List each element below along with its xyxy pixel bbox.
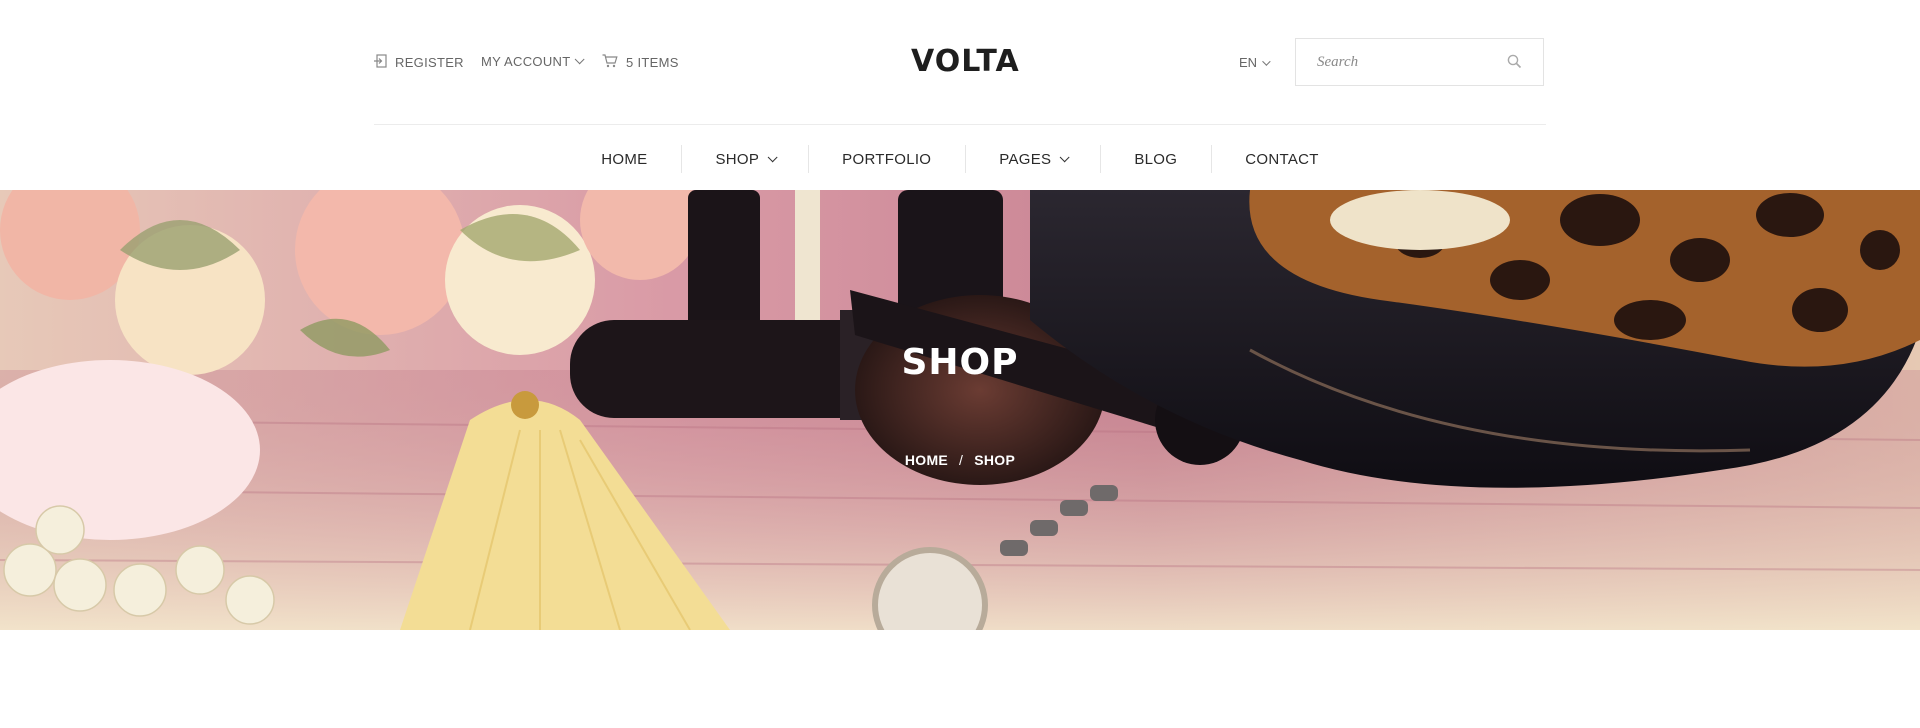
nav-label: CONTACT xyxy=(1245,150,1319,168)
page-hero-banner: SHOP HOME / SHOP xyxy=(0,190,1920,630)
breadcrumb-current: SHOP xyxy=(974,452,1016,468)
nav-item-blog[interactable]: BLOG xyxy=(1100,143,1211,175)
register-link[interactable]: REGISTER xyxy=(374,54,464,71)
chevron-down-icon xyxy=(767,151,778,162)
cart-label: 5 ITEMS xyxy=(626,55,679,70)
nav-item-shop[interactable]: SHOP xyxy=(681,143,808,175)
top-header: REGISTER MY ACCOUNT 5 ITEMS VOLTA EN xyxy=(374,0,1546,125)
breadcrumb: HOME / SHOP xyxy=(0,452,1920,468)
nav-item-contact[interactable]: CONTACT xyxy=(1211,143,1352,175)
search-box xyxy=(1295,38,1544,86)
search-input[interactable] xyxy=(1315,52,1509,72)
search-icon[interactable] xyxy=(1507,54,1522,74)
language-label: EN xyxy=(1239,55,1258,70)
register-label: REGISTER xyxy=(395,55,464,70)
nav-item-pages[interactable]: PAGES xyxy=(965,143,1100,175)
nav-label: BLOG xyxy=(1134,150,1178,168)
nav-label: PAGES xyxy=(999,150,1052,168)
cart-link[interactable]: 5 ITEMS xyxy=(602,54,679,71)
breadcrumb-separator: / xyxy=(959,452,964,468)
breadcrumb-home-link[interactable]: HOME xyxy=(905,452,948,468)
my-account-dropdown[interactable]: MY ACCOUNT xyxy=(481,54,586,69)
nav-item-home[interactable]: HOME xyxy=(567,143,681,175)
hero-background-image xyxy=(0,190,1920,630)
nav-label: PORTFOLIO xyxy=(842,150,932,168)
nav-item-portfolio[interactable]: PORTFOLIO xyxy=(808,143,965,175)
main-nav: HOME SHOP PORTFOLIO PAGES BLOG CONTACT xyxy=(0,143,1920,175)
header-divider xyxy=(374,124,1546,125)
chevron-down-icon xyxy=(1060,151,1070,162)
language-selector[interactable]: EN xyxy=(1239,55,1271,70)
cart-icon xyxy=(602,54,618,71)
my-account-label: MY ACCOUNT xyxy=(481,54,571,69)
site-logo[interactable]: VOLTA xyxy=(911,44,1020,79)
login-icon xyxy=(374,54,387,71)
chevron-down-icon xyxy=(575,54,586,65)
nav-label: HOME xyxy=(601,150,648,168)
chevron-down-icon xyxy=(1262,56,1271,66)
nav-label: SHOP xyxy=(715,150,760,168)
page-title: SHOP xyxy=(901,342,1019,383)
